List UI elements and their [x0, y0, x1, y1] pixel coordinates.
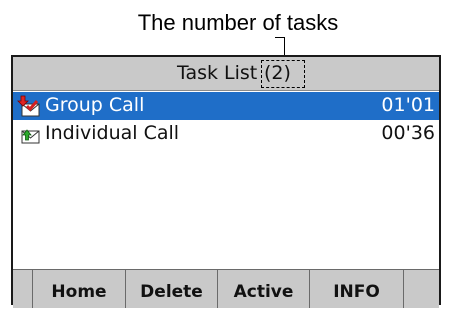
annotation-label: The number of tasks [137, 10, 339, 35]
softkey-info-button[interactable]: INFO [309, 270, 403, 308]
group-call-icon [17, 95, 41, 117]
task-row-individual-call[interactable]: Individual Call 00'36 [13, 120, 439, 148]
task-time: 01'01 [381, 94, 435, 116]
annotation-leader-line [284, 37, 285, 57]
task-name: Individual Call [45, 122, 180, 144]
annotation-leader-tick [275, 37, 285, 38]
task-count-highlight-box [261, 60, 305, 88]
softkey-spacer [403, 270, 439, 308]
softkey-delete-button[interactable]: Delete [125, 270, 217, 308]
screen-title: Task List [177, 62, 258, 84]
softkey-home-button[interactable]: Home [32, 270, 125, 308]
device-screen: Task List (2) Group Call 01'01 Individua… [11, 55, 441, 308]
softkey-home [13, 270, 32, 308]
individual-call-icon [17, 123, 41, 145]
task-time: 00'36 [381, 122, 435, 144]
softkey-active-button[interactable]: Active [217, 270, 309, 308]
softkey-bar: Home Delete Active INFO [13, 269, 439, 308]
task-row-group-call[interactable]: Group Call 01'01 [13, 92, 439, 120]
title-bar: Task List (2) [13, 57, 439, 91]
task-name: Group Call [45, 94, 145, 116]
